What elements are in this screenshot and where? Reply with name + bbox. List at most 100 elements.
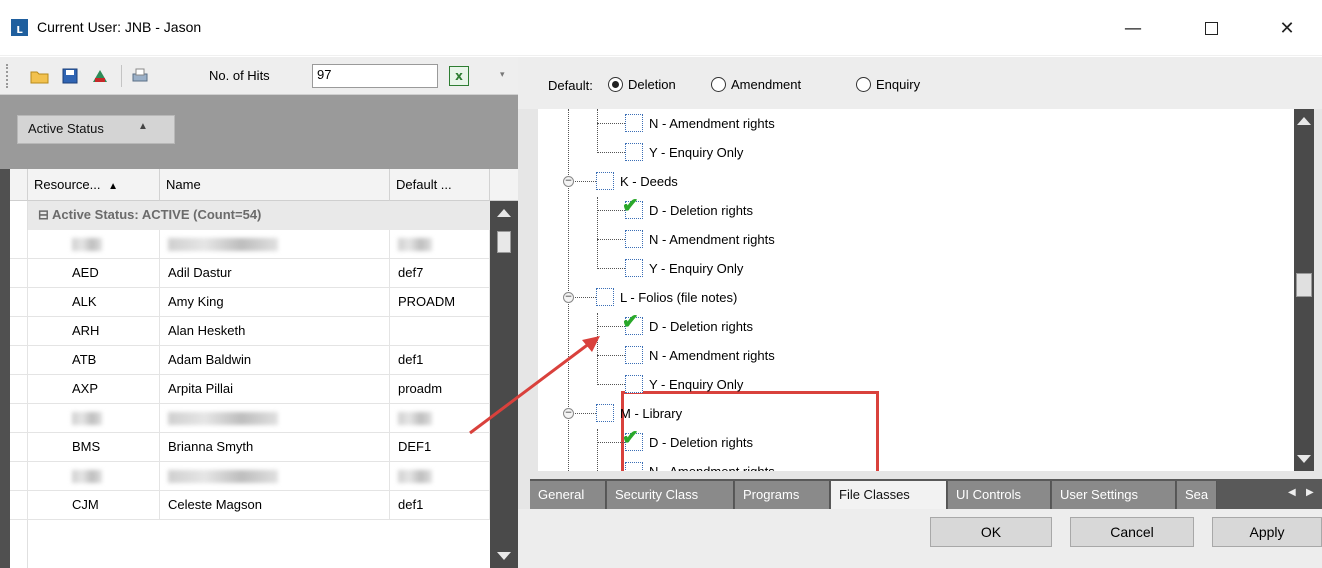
scroll-up-icon[interactable] [497, 209, 511, 217]
radio-enquiry[interactable]: Enquiry [856, 77, 920, 92]
tree-checkbox[interactable] [625, 230, 643, 248]
scroll-down-icon[interactable] [497, 552, 511, 560]
cell-name [160, 230, 390, 259]
column-header-resource[interactable]: Resource... ▲ [28, 169, 160, 201]
table-row[interactable]: AED Adil Dastur def7 [10, 259, 490, 288]
row-selector[interactable] [10, 491, 28, 520]
tab-general[interactable]: General [530, 481, 606, 509]
excel-export-icon[interactable]: x [449, 66, 469, 86]
tree-node[interactable]: N - Amendment rights [625, 111, 775, 135]
collapse-icon[interactable]: − [563, 176, 574, 187]
table-row[interactable]: ATB Adam Baldwin def1 [10, 346, 490, 375]
tree-parent-node[interactable]: M - Library [596, 401, 682, 425]
row-selector[interactable] [10, 433, 28, 462]
grid-scrollbar[interactable] [490, 201, 518, 568]
user-remove-icon[interactable] [90, 66, 110, 86]
tab-ui-controls[interactable]: UI Controls [948, 481, 1051, 509]
toolbar-overflow-icon[interactable]: ▾ [500, 70, 505, 80]
tree-node[interactable]: Y - Enquiry Only [625, 372, 743, 396]
scroll-thumb[interactable] [1296, 273, 1312, 297]
table-row[interactable] [10, 230, 490, 259]
file-class-tree: N - Amendment rights Y - Enquiry Only − K -… [538, 109, 1314, 471]
save-icon[interactable] [60, 66, 80, 86]
close-button[interactable]: ✕ [1264, 10, 1310, 46]
tree-checkbox[interactable] [625, 462, 643, 471]
table-row[interactable]: AXP Arpita Pillai proadm [10, 375, 490, 404]
print-icon[interactable] [130, 66, 150, 86]
tree-checkbox[interactable] [596, 404, 614, 422]
collapse-icon[interactable]: − [563, 292, 574, 303]
row-selector[interactable] [10, 462, 28, 491]
grid-rows: AED Adil Dastur def7 ALK Amy King PROADM ARH Al… [10, 230, 490, 520]
row-selector[interactable] [10, 259, 28, 288]
table-row[interactable] [10, 404, 490, 433]
tree-parent-node[interactable]: L - Folios (file notes) [596, 285, 737, 309]
tree-checkbox[interactable] [625, 259, 643, 277]
tree-checkbox[interactable] [625, 346, 643, 364]
table-row[interactable]: ALK Amy King PROADM [10, 288, 490, 317]
tree-checkbox[interactable]: ✔ [622, 312, 643, 335]
tree-node[interactable]: Y - Enquiry Only [625, 256, 743, 280]
cell-name [160, 404, 390, 433]
redacted-text [398, 412, 432, 426]
tree-node[interactable]: Y - Enquiry Only [625, 140, 743, 164]
app-logo-icon: L [11, 19, 28, 36]
scroll-down-icon[interactable] [1297, 455, 1311, 463]
tree-node[interactable]: N - Amendment rights [625, 227, 775, 251]
apply-button[interactable]: Apply [1212, 517, 1322, 547]
row-selector[interactable] [10, 404, 28, 433]
table-row[interactable] [10, 462, 490, 491]
table-row[interactable]: BMS Brianna Smyth DEF1 [10, 433, 490, 462]
tree-checkbox[interactable] [625, 375, 643, 393]
ok-button[interactable]: OK [930, 517, 1052, 547]
row-selector[interactable] [10, 230, 28, 259]
row-selector[interactable] [10, 317, 28, 346]
radio-label: Amendment [731, 77, 802, 92]
tree-node[interactable]: ✔ D - Deletion rights [622, 428, 753, 454]
group-row[interactable]: ⊟ Active Status: ACTIVE (Count=54) [28, 201, 490, 230]
tab-strip: Sea User Settings UI Controls File Classes P… [530, 479, 1322, 509]
tab-sea[interactable]: Sea [1177, 481, 1217, 509]
tree-checkbox[interactable]: ✔ [622, 196, 643, 219]
maximize-button[interactable] [1188, 10, 1234, 46]
tab-user-settings[interactable]: User Settings [1052, 481, 1176, 509]
tab-prev-icon[interactable]: ◀ [1288, 487, 1296, 498]
tree-node[interactable]: N - Amendment rights [625, 343, 775, 367]
cancel-button[interactable]: Cancel [1070, 517, 1194, 547]
scroll-up-icon[interactable] [1297, 117, 1311, 125]
table-row[interactable]: CJM Celeste Magson def1 [10, 491, 490, 520]
tree-node[interactable]: N - Amendment rights [625, 459, 775, 471]
group-by-chip[interactable]: Active Status ▲ [17, 115, 175, 144]
cell-name: Adil Dastur [160, 259, 390, 288]
table-row[interactable]: ARH Alan Hesketh [10, 317, 490, 346]
column-header-default[interactable]: Default ... [390, 169, 490, 201]
tab-programs[interactable]: Programs [735, 481, 830, 509]
collapse-icon[interactable]: − [563, 408, 574, 419]
row-selector[interactable] [10, 346, 28, 375]
hits-input[interactable]: 97 [312, 64, 438, 88]
tree-parent-node[interactable]: K - Deeds [596, 169, 678, 193]
open-folder-icon[interactable] [30, 66, 50, 86]
tab-next-icon[interactable]: ▶ [1306, 487, 1314, 498]
cell-name [160, 462, 390, 491]
tree-checkbox[interactable] [596, 172, 614, 190]
minimize-button[interactable]: — [1110, 10, 1156, 46]
row-selector[interactable] [10, 375, 28, 404]
tree-node[interactable]: ✔ D - Deletion rights [622, 196, 753, 222]
tab-security-class[interactable]: Security Class [607, 481, 734, 509]
tab-file-classes[interactable]: File Classes [831, 481, 947, 509]
tree-node[interactable]: ✔ D - Deletion rights [622, 312, 753, 338]
radio-amendment[interactable]: Amendment [711, 77, 801, 92]
tree-checkbox[interactable] [625, 114, 643, 132]
scroll-thumb[interactable] [497, 231, 511, 253]
row-selector[interactable] [10, 288, 28, 317]
radio-deletion[interactable]: Deletion [608, 77, 676, 92]
tree-scrollbar[interactable] [1294, 109, 1314, 471]
tree-node-label: Y - Enquiry Only [649, 260, 744, 276]
tree-checkbox[interactable] [596, 288, 614, 306]
toolbar-grip[interactable] [6, 64, 9, 88]
tree-checkbox[interactable] [625, 143, 643, 161]
column-header-name[interactable]: Name [160, 169, 390, 201]
tree-line [597, 313, 598, 383]
tree-checkbox[interactable]: ✔ [622, 428, 643, 451]
